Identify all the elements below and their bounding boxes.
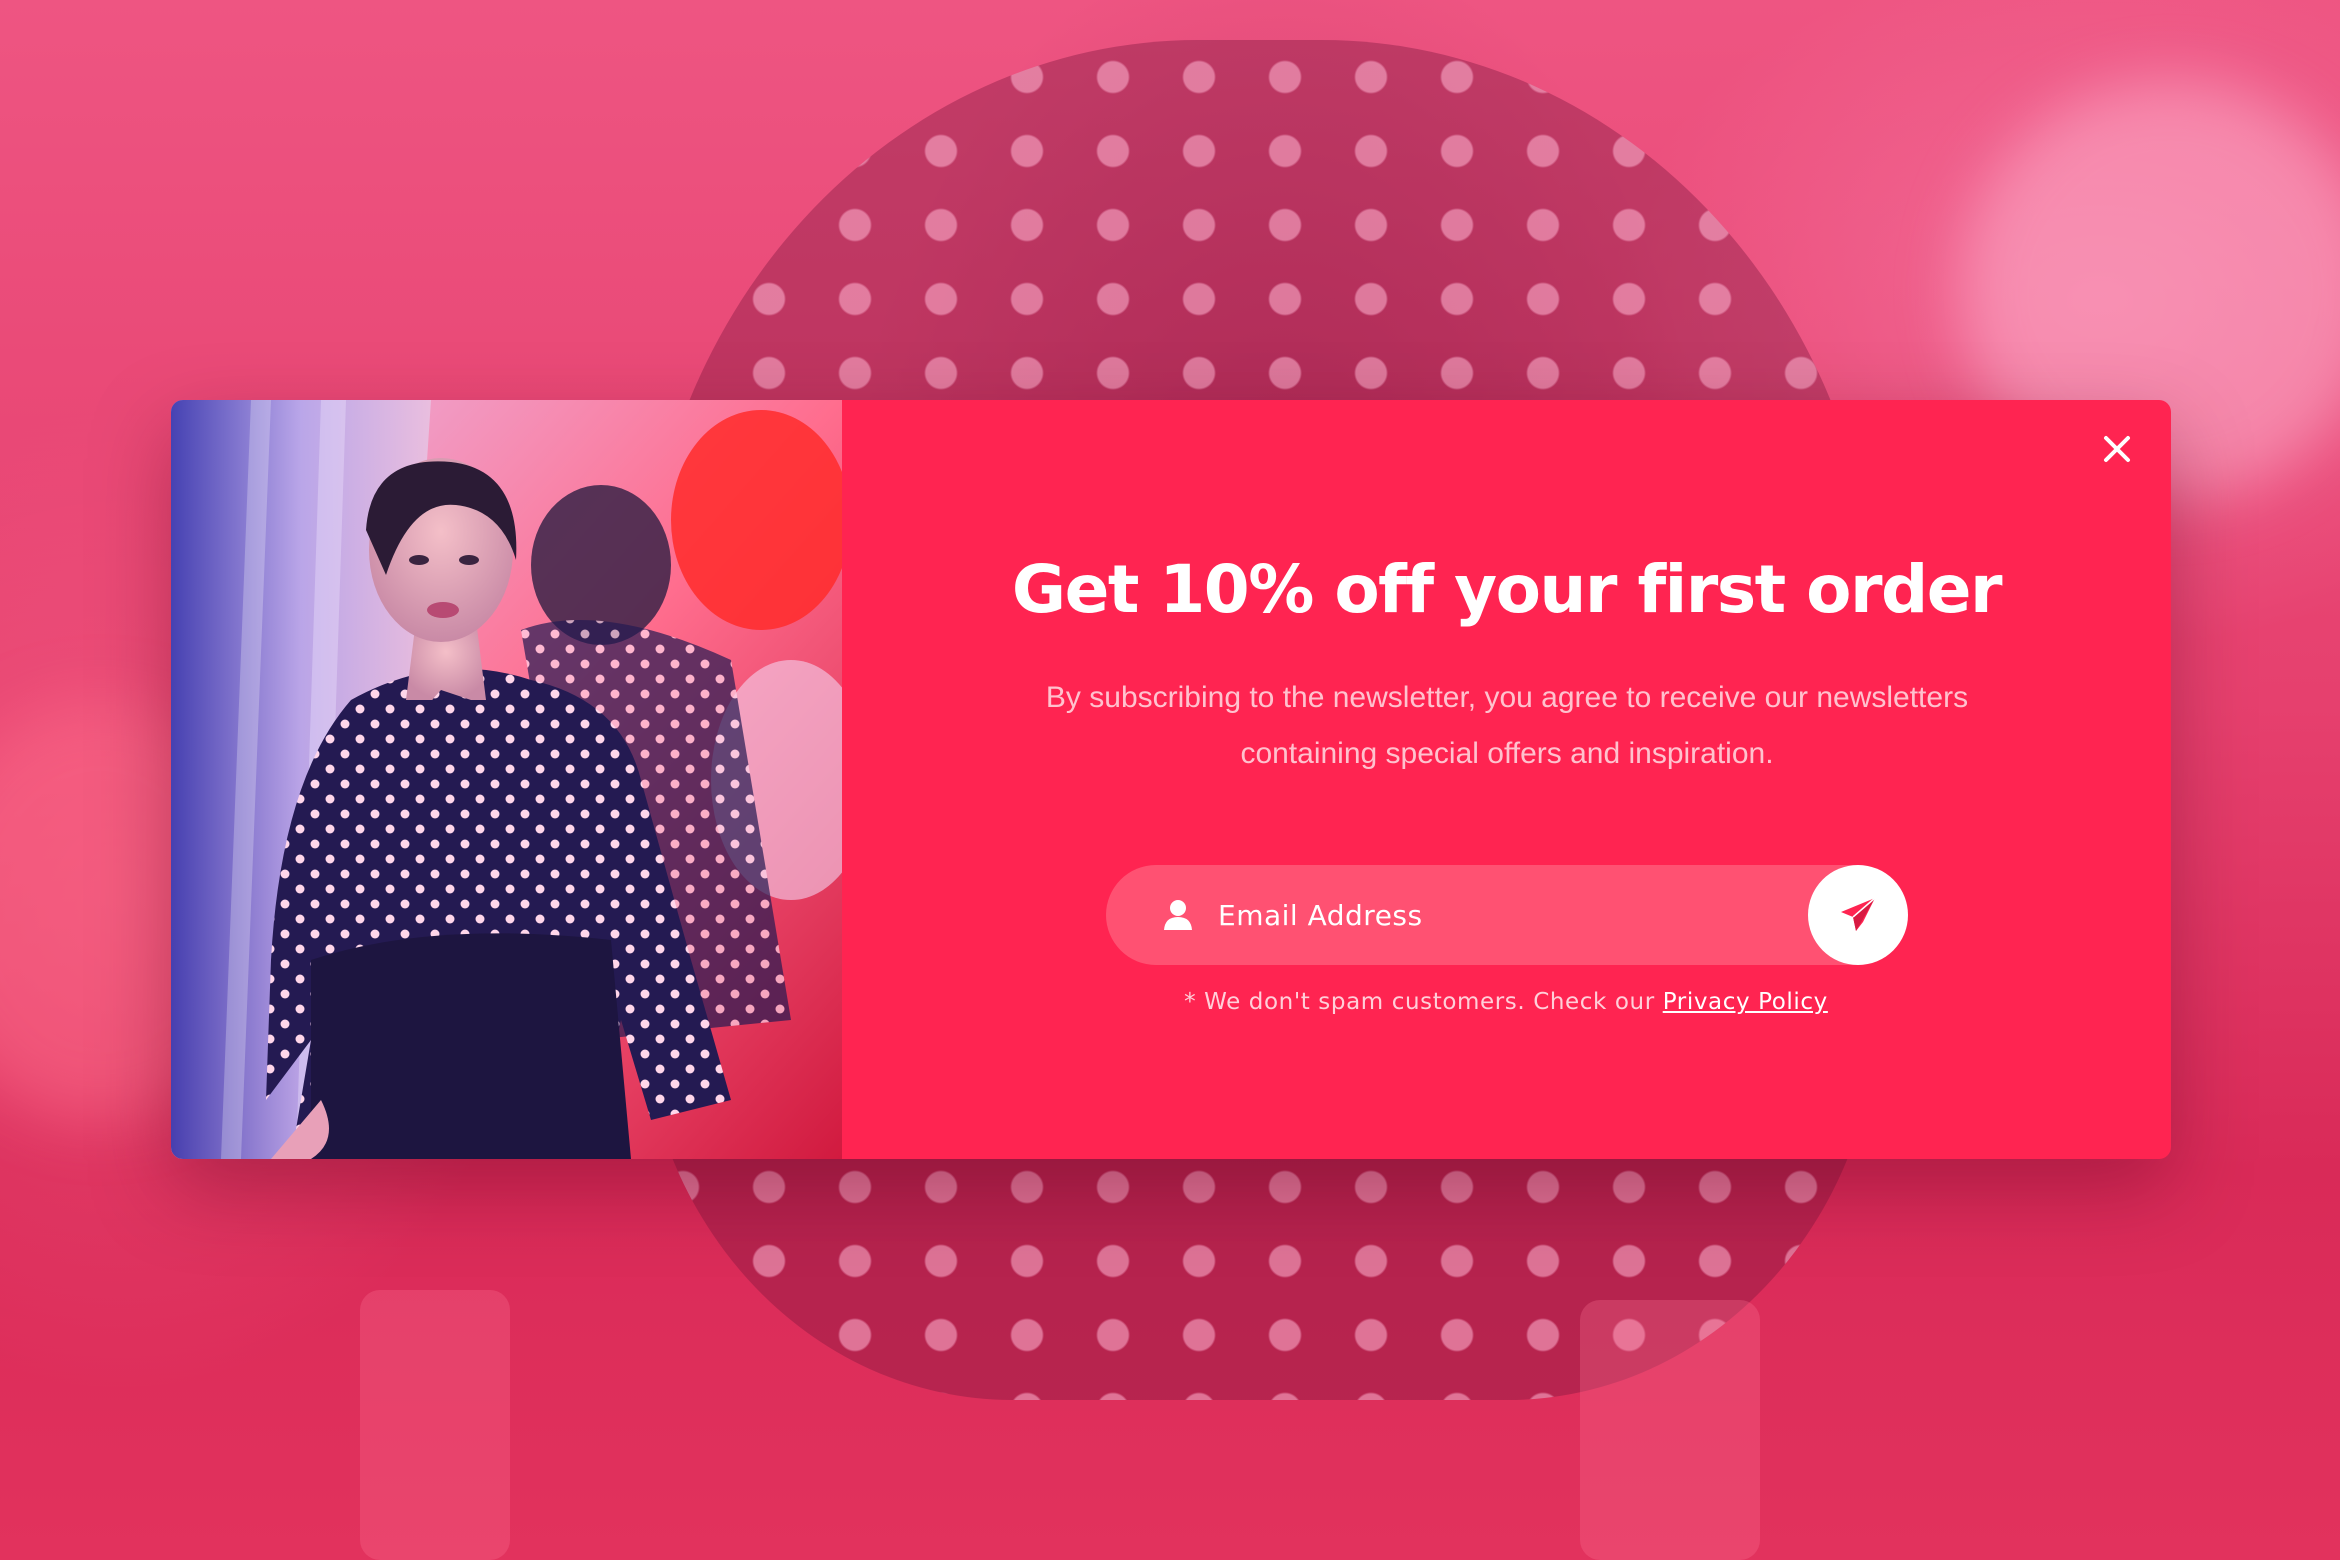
close-icon [2104,436,2130,462]
spam-disclaimer-text: * We don't spam customers. Check our [1184,989,1663,1015]
popup-description: By subscribing to the newsletter, you ag… [912,670,2102,782]
subscribe-button[interactable] [1808,865,1908,965]
privacy-policy-link[interactable]: Privacy Policy [1663,989,1828,1015]
promo-photo [171,400,842,1159]
paper-plane-icon [1841,897,1876,931]
email-input[interactable] [1218,883,1778,947]
user-icon [1164,900,1192,930]
background-blurred-leg [1580,1300,1760,1560]
popup-headline: Get 10% off your first order [1011,551,2003,628]
popup-description-line: containing special offers and inspiratio… [1240,737,1774,770]
popup-description-line: By subscribing to the newsletter, you ag… [1045,681,1969,714]
background-blurred-leg [360,1290,510,1560]
spam-disclaimer: * We don't spam customers. Check our Pri… [1106,985,1906,1019]
close-button[interactable] [2097,429,2137,469]
